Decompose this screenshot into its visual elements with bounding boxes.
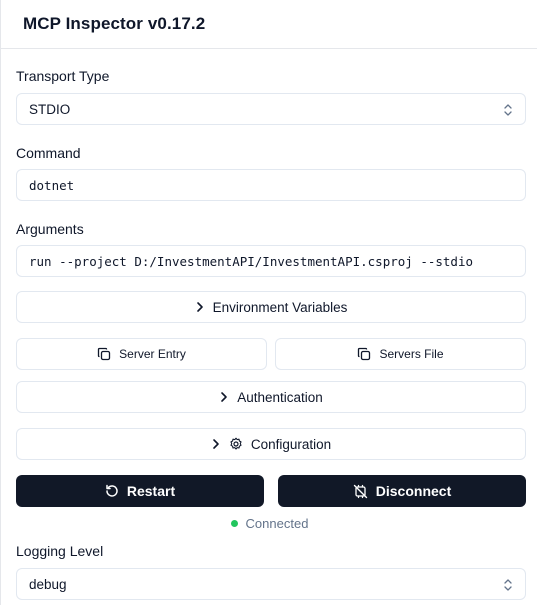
connection-status-text: Connected [245,515,309,531]
configuration-label: Configuration [250,436,332,452]
unplug-icon [353,484,367,498]
logging-level-value: debug [29,576,67,592]
status-dot-icon [230,519,238,527]
chevron-right-icon [221,392,228,402]
command-label: Command [16,145,81,161]
copy-server-entry-button[interactable]: Server Entry [16,338,267,370]
connection-status: Connected [1,514,537,532]
chevron-right-icon [213,439,219,449]
rotate-ccw-icon [106,484,118,497]
logging-level-select[interactable]: debug [16,568,526,600]
transport-type-select[interactable]: STDIO [16,93,526,125]
authentication-toggle[interactable]: Authentication [16,381,526,413]
disconnect-button[interactable]: Disconnect [278,475,526,507]
copy-servers-file-button[interactable]: Servers File [275,338,526,370]
chevrons-up-down-icon [504,104,512,116]
sidebar-header: MCP Inspector v0.17.2 [1,0,537,49]
command-input[interactable]: dotnet [16,169,526,201]
environment-variables-toggle[interactable]: Environment Variables [16,291,526,323]
servers-file-label: Servers File [379,347,444,361]
transport-type-label: Transport Type [16,68,110,84]
restart-button[interactable]: Restart [16,475,264,507]
server-entry-label: Server Entry [119,347,186,361]
environment-variables-label: Environment Variables [212,299,348,315]
sidebar-panel: MCP Inspector v0.17.2 Transport Type STD… [0,0,537,605]
gear-icon [230,437,242,450]
authentication-label: Authentication [237,389,323,405]
app-title: MCP Inspector v0.17.2 [23,14,206,33]
disconnect-label: Disconnect [375,483,452,499]
restart-label: Restart [126,483,176,499]
chevrons-up-down-icon [504,579,512,591]
copy-icon [358,347,371,361]
chevron-right-icon [196,302,203,312]
transport-type-value: STDIO [29,101,71,117]
command-value: dotnet [29,177,75,193]
arguments-value: run --project D:/InvestmentAPI/Investmen… [29,253,474,269]
copy-icon [98,347,111,361]
logging-level-label: Logging Level [16,543,104,559]
configuration-toggle[interactable]: Configuration [16,428,526,460]
arguments-input[interactable]: run --project D:/InvestmentAPI/Investmen… [16,245,526,277]
arguments-label: Arguments [16,221,84,237]
